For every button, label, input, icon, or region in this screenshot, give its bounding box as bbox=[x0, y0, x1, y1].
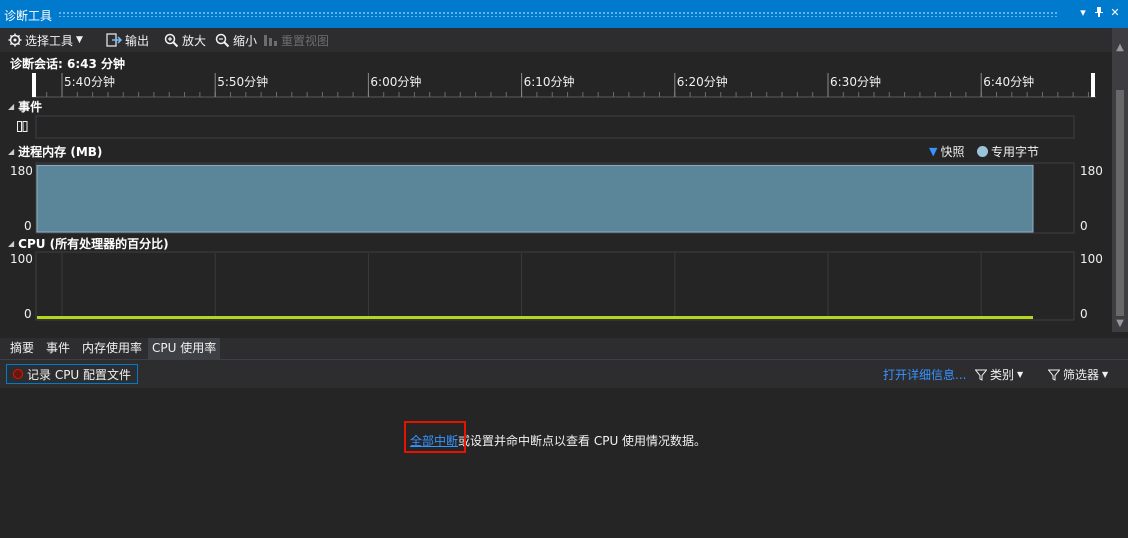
memory-ymax-right: 180 bbox=[1080, 164, 1103, 178]
timeline-tick-label: 5:50分钟 bbox=[217, 74, 268, 89]
tool-window-titlebar: 诊断工具 ▾ ✕ bbox=[0, 0, 1128, 28]
select-tool-button[interactable]: 选择工具 ▼ bbox=[8, 31, 83, 49]
private-bytes-dot-icon bbox=[977, 146, 988, 157]
filter-icon bbox=[975, 369, 987, 381]
memory-title: 进程内存 (MB) bbox=[18, 145, 103, 159]
filter-icon bbox=[1048, 369, 1060, 381]
legend-private-bytes: 专用字节 bbox=[977, 143, 1039, 160]
gear-icon bbox=[8, 33, 22, 47]
cpu-lane[interactable] bbox=[35, 251, 1075, 321]
cpu-ymin-right: 0 bbox=[1080, 307, 1088, 321]
filter-label: 筛选器 bbox=[1063, 368, 1100, 382]
cpu-title: CPU (所有处理器的百分比) bbox=[18, 237, 169, 251]
cpu-usage-line bbox=[37, 316, 1033, 320]
chevron-down-icon[interactable]: ▾ bbox=[1076, 6, 1090, 20]
zoom-out-label: 缩小 bbox=[233, 33, 258, 48]
legend-snapshot-label: 快照 bbox=[940, 145, 965, 159]
tab-memory-usage[interactable]: 内存使用率 bbox=[78, 338, 146, 359]
cpu-section-header[interactable]: ◢ CPU (所有处理器的百分比) bbox=[8, 235, 169, 252]
zoom-in-label: 放大 bbox=[182, 33, 207, 48]
cpu-ymax-right: 100 bbox=[1080, 252, 1103, 266]
export-icon bbox=[106, 33, 122, 47]
chevron-down-icon: ▼ bbox=[1017, 370, 1024, 379]
cpu-hint-text: 或设置并命中断点以查看 CPU 使用情况数据。 bbox=[458, 434, 707, 448]
vertical-scrollbar[interactable]: ▲ ▼ bbox=[1112, 28, 1128, 332]
scrollbar-thumb[interactable] bbox=[1116, 90, 1124, 316]
scroll-down-icon[interactable]: ▼ bbox=[1112, 316, 1128, 332]
chevron-down-icon: ▼ bbox=[1102, 370, 1109, 379]
pin-icon[interactable] bbox=[1092, 6, 1106, 20]
tab-strip: 摘要 事件 内存使用率 CPU 使用率 bbox=[0, 338, 1128, 360]
range-end-handle[interactable] bbox=[1091, 73, 1095, 97]
export-button[interactable]: 输出 bbox=[106, 31, 149, 49]
reset-view-icon bbox=[264, 34, 277, 46]
memory-section-header[interactable]: ◢ 进程内存 (MB) bbox=[8, 143, 102, 160]
close-icon[interactable]: ✕ bbox=[1108, 6, 1122, 20]
events-section-header[interactable]: ◢ 事件 bbox=[8, 98, 42, 115]
collapse-triangle-icon: ◢ bbox=[8, 102, 15, 111]
grip-pattern bbox=[58, 11, 1058, 17]
record-cpu-profile-label: 记录 CPU 配置文件 bbox=[27, 367, 132, 382]
timeline-tick-label: 6:10分钟 bbox=[524, 74, 575, 89]
events-lane[interactable] bbox=[35, 115, 1075, 139]
snapshot-triangle-icon: ▼ bbox=[929, 145, 938, 158]
tab-cpu-usage[interactable]: CPU 使用率 bbox=[148, 338, 221, 359]
zoom-out-icon bbox=[215, 33, 230, 47]
record-cpu-profile-button[interactable]: 记录 CPU 配置文件 bbox=[6, 364, 139, 384]
record-icon bbox=[13, 369, 23, 379]
select-tool-label: 选择工具 bbox=[25, 33, 74, 48]
scroll-up-icon[interactable]: ▲ bbox=[1112, 40, 1128, 56]
memory-ymin-right: 0 bbox=[1080, 219, 1088, 233]
cpu-ymin-left: 0 bbox=[24, 307, 32, 321]
diagnostics-plot-area: 5:40分钟 5:50分钟 6:00分钟 6:10分钟 6:20分钟 6:30分钟 6:40… bbox=[0, 70, 1112, 332]
main-toolbar: 选择工具 ▼ 输出 放大 缩小 重置视图 bbox=[0, 28, 1128, 52]
timeline-tick-label: 6:40分钟 bbox=[983, 74, 1034, 89]
timeline-tick-label: 6:00分钟 bbox=[370, 74, 421, 89]
open-details-link[interactable]: 打开详细信息... bbox=[883, 366, 966, 383]
collapse-triangle-icon: ◢ bbox=[8, 147, 15, 156]
zoom-in-button[interactable]: 放大 bbox=[164, 31, 206, 49]
range-start-handle[interactable] bbox=[32, 73, 36, 97]
cpu-ymax-left: 100 bbox=[10, 252, 33, 266]
category-dropdown[interactable]: 类别 ▼ bbox=[975, 366, 1023, 383]
timeline-tick-label: 6:20分钟 bbox=[677, 74, 728, 89]
timeline-svg[interactable]: 5:40分钟 5:50分钟 6:00分钟 6:10分钟 6:20分钟 6:30分钟 6:40… bbox=[0, 70, 1112, 332]
window-title: 诊断工具 bbox=[4, 9, 53, 23]
zoom-in-icon bbox=[164, 33, 179, 47]
events-title: 事件 bbox=[18, 100, 43, 114]
cpu-toolbar: 记录 CPU 配置文件 打开详细信息... 类别 ▼ 筛选器 ▼ bbox=[0, 360, 1128, 388]
filter-dropdown[interactable]: 筛选器 ▼ bbox=[1048, 366, 1108, 383]
memory-fill bbox=[36, 164, 1034, 233]
collapse-triangle-icon: ◢ bbox=[8, 239, 15, 248]
zoom-out-button[interactable]: 缩小 bbox=[215, 31, 257, 49]
timeline-tick-label: 6:30分钟 bbox=[830, 74, 881, 89]
tab-summary[interactable]: 摘要 bbox=[6, 338, 38, 359]
legend-private-bytes-label: 专用字节 bbox=[991, 145, 1040, 159]
tab-events[interactable]: 事件 bbox=[42, 338, 74, 359]
export-label: 输出 bbox=[125, 33, 150, 48]
category-label: 类别 bbox=[990, 368, 1015, 382]
legend-snapshot: ▼ 快照 bbox=[929, 143, 964, 160]
memory-ymax-left: 180 bbox=[10, 164, 33, 178]
pause-icon bbox=[17, 121, 28, 135]
highlight-box bbox=[404, 421, 466, 453]
memory-ymin-left: 0 bbox=[24, 219, 32, 233]
reset-view-label: 重置视图 bbox=[281, 33, 330, 48]
reset-view-button[interactable]: 重置视图 bbox=[263, 31, 329, 49]
timeline-tick-label: 5:40分钟 bbox=[64, 74, 115, 89]
chevron-down-icon: ▼ bbox=[76, 35, 83, 45]
